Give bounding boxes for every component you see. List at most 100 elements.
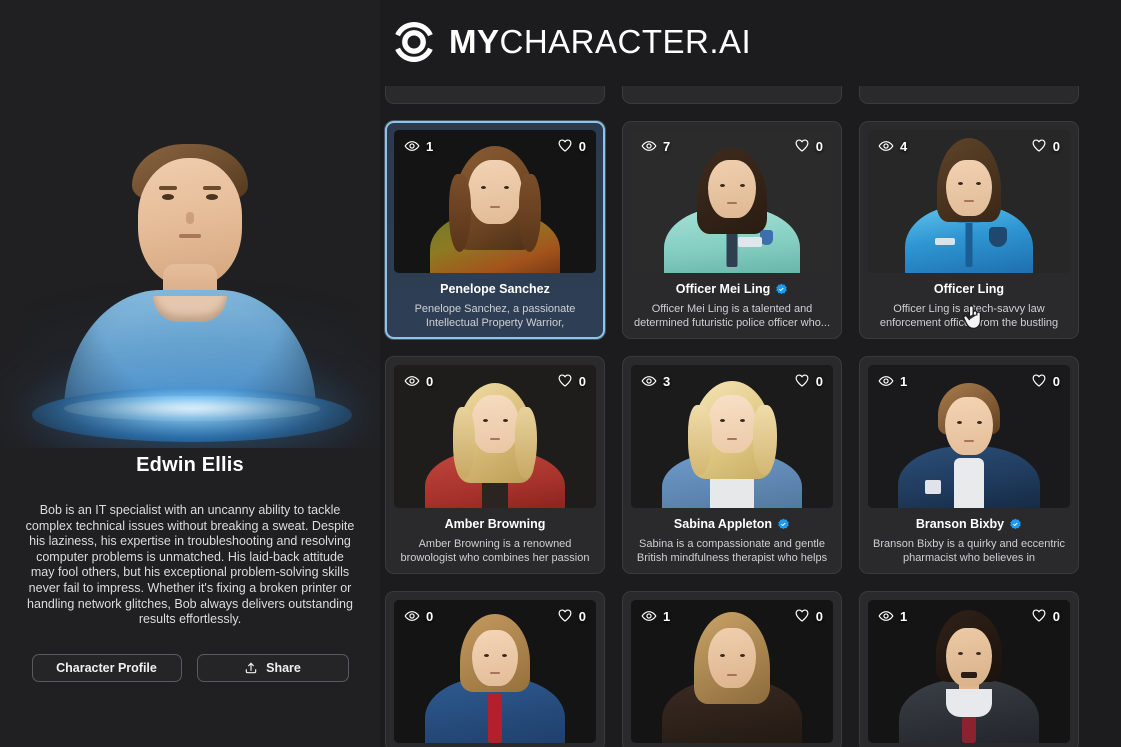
eye-icon [641,373,657,389]
character-gallery-panel: 1 0 Penelope Sanchez Penelope Sanchez, a… [380,0,1121,747]
views-stat: 3 [641,373,670,389]
eye-icon [641,138,657,154]
card-title: Sabina Appleton [631,517,833,532]
eye-icon [641,608,657,624]
heart-icon [794,608,810,624]
card-thumbnail: 0 0 [394,600,596,743]
views-stat: 0 [404,608,433,624]
character-card-officer-mei-ling[interactable]: 7 0 Officer Mei Ling Officer Mei Ling is… [622,121,842,339]
brand-wordmark: MYCHARACTER.AI [449,23,751,61]
views-stat: 1 [878,608,907,624]
card-description: Penelope Sanchez, a passionate Intellect… [414,303,576,329]
likes-stat[interactable]: 0 [794,373,823,389]
hologram-platform [32,388,352,442]
character-card-penelope-sanchez[interactable]: 1 0 Penelope Sanchez Penelope Sanchez, a… [385,121,605,339]
heart-icon [1031,608,1047,624]
likes-stat[interactable]: 0 [794,608,823,624]
verified-badge-icon [777,518,790,531]
card-thumbnail: 1 0 [868,600,1070,743]
heart-icon [557,138,573,154]
views-count: 1 [426,138,434,154]
views-stat: 0 [404,373,433,389]
card-title: Officer Ling [868,282,1070,297]
card-thumbnail: 1 0 [394,130,596,273]
likes-count: 0 [1052,373,1060,389]
card-description: Officer Mei Ling is a talented and deter… [633,303,831,329]
character-actions: Character Profile Share [31,653,349,682]
avatar-eye-left [162,194,174,200]
card-title: Branson Bixby [868,517,1070,532]
heart-icon [557,608,573,624]
likes-stat[interactable]: 0 [794,138,823,154]
character-card-partial[interactable] [385,86,605,104]
character-card-sabina-appleton[interactable]: 3 0 Sabina Appleton Sabina is a compassi… [622,356,842,574]
eye-icon [404,373,420,389]
card-thumbnail: 1 0 [868,365,1070,508]
share-label: Share [266,660,301,675]
avatar-brow-left [159,186,177,190]
likes-stat[interactable]: 0 [1031,138,1060,154]
card-thumbnail: 0 0 [394,365,596,508]
heart-icon [794,373,810,389]
views-stat: 7 [641,138,670,154]
card-name: Officer Mei Ling [675,282,771,296]
eye-icon [878,138,894,154]
card-description: Officer Ling is a tech-savvy law enforce… [879,303,1059,329]
character-card-branson-bixby[interactable]: 1 0 Branson Bixby Branson Bixby is a qui… [859,356,1079,574]
likes-count: 0 [815,608,823,624]
avatar-brow-right [203,186,221,190]
views-count: 1 [663,608,671,624]
character-detail-panel: Edwin Ellis Bob is an IT specialist with… [0,0,380,747]
card-name: Branson Bixby [915,517,1005,531]
views-stat: 1 [641,608,670,624]
app-root: Edwin Ellis Bob is an IT specialist with… [0,0,1121,747]
heart-icon [794,138,810,154]
character-profile-label: Character Profile [56,660,157,675]
character-card-amber-browning[interactable]: 0 0 Amber Browning Amber Browning is a r… [385,356,605,574]
views-count: 0 [426,373,434,389]
character-card-partial-bottom[interactable]: 1 0 [859,591,1079,747]
character-profile-button[interactable]: Character Profile [31,653,182,682]
eye-icon [404,608,420,624]
likes-count: 0 [1052,138,1060,154]
likes-stat[interactable]: 0 [557,138,586,154]
share-button[interactable]: Share [196,653,349,682]
verified-badge-icon [775,283,788,296]
character-bio: Bob is an IT specialist with an uncanny … [25,503,355,627]
brand-my: MY [449,23,500,60]
gallery-scroll-area[interactable]: 1 0 Penelope Sanchez Penelope Sanchez, a… [380,0,1121,747]
avatar-eye-right [206,194,218,200]
likes-stat[interactable]: 0 [557,608,586,624]
views-stat: 1 [878,373,907,389]
avatar-collar [153,296,227,322]
upload-share-icon [244,661,258,675]
card-thumbnail: 4 0 [868,130,1070,273]
character-card-partial-bottom[interactable]: 1 0 [622,591,842,747]
card-thumbnail: 1 0 [631,600,833,743]
card-title: Penelope Sanchez [394,282,596,297]
male-avatar-hologram [20,118,360,448]
likes-count: 0 [815,138,823,154]
likes-stat[interactable]: 0 [1031,373,1060,389]
card-title: Officer Mei Ling [631,282,833,297]
views-count: 4 [900,138,908,154]
character-card-partial[interactable] [859,86,1079,104]
likes-count: 0 [578,373,586,389]
likes-stat[interactable]: 0 [557,373,586,389]
target-rings-icon [390,18,438,66]
card-name: Officer Ling [933,282,1005,296]
likes-stat[interactable]: 0 [1031,608,1060,624]
eye-icon [878,608,894,624]
character-card-partial-bottom[interactable]: 0 0 [385,591,605,747]
character-avatar-stage [0,8,380,448]
verified-badge-icon [1009,518,1022,531]
character-name: Edwin Ellis [136,454,244,476]
views-count: 3 [663,373,671,389]
card-name: Penelope Sanchez [440,282,550,296]
avatar-nose [186,212,194,224]
likes-count: 0 [1052,608,1060,624]
eye-icon [404,138,420,154]
character-card-partial[interactable] [622,86,842,104]
views-count: 7 [663,138,671,154]
character-card-officer-ling[interactable]: 4 0 Officer Ling Officer Ling is a tech-… [859,121,1079,339]
